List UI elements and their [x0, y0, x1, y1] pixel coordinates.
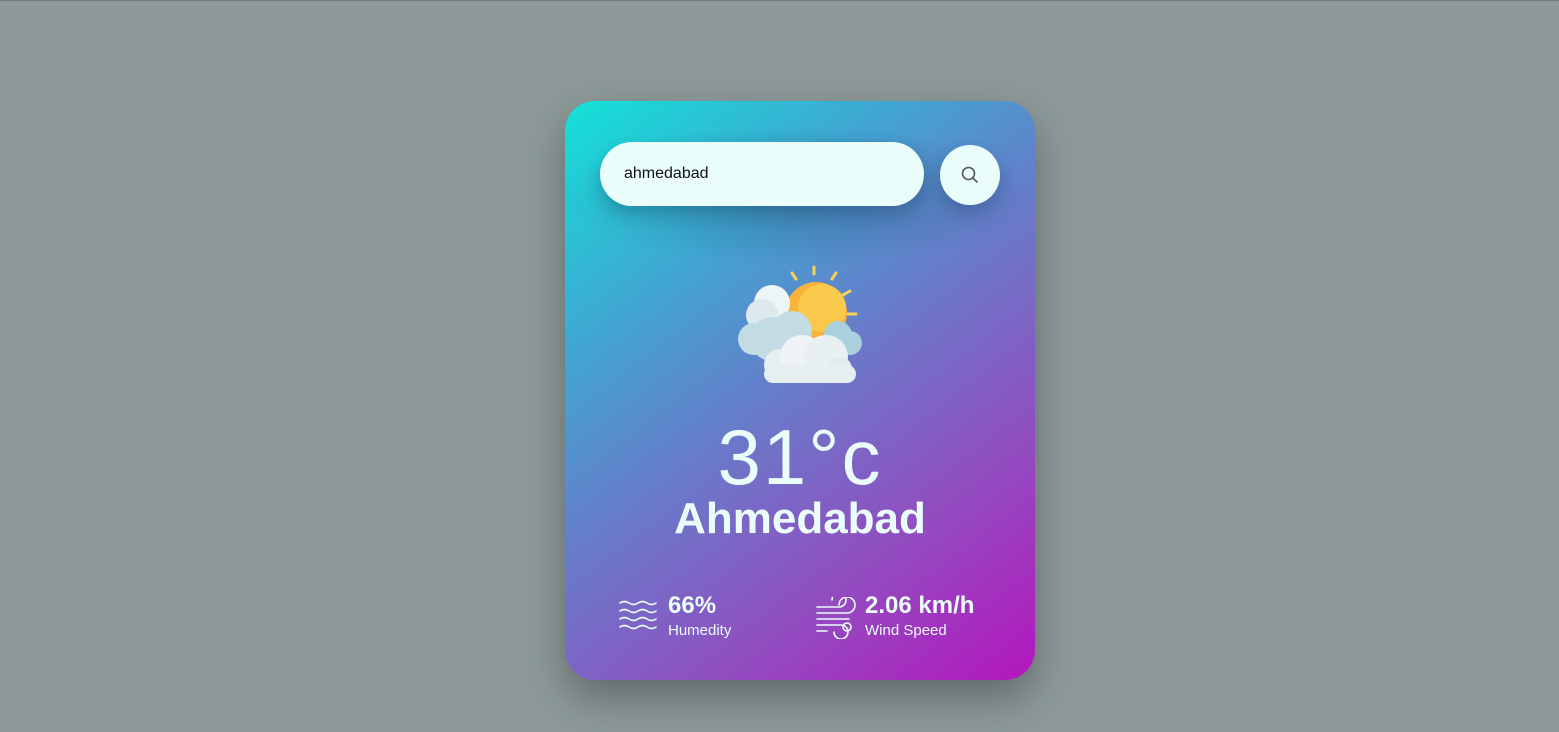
search-button[interactable]: [940, 145, 1000, 205]
wind-label: Wind Speed: [865, 622, 947, 639]
wind-text: 2.06 km/h Wind Speed: [865, 591, 974, 641]
wind-value: 2.06 km/h: [865, 592, 975, 619]
weather-card: 31°c Ahmedabad 66% Humedity: [565, 101, 1035, 680]
city-search-input[interactable]: [600, 142, 924, 206]
humidity-stat: 66% Humedity: [618, 591, 731, 641]
partly-cloudy-sun-icon: [738, 265, 862, 383]
humidity-value: 66%: [668, 592, 717, 619]
wind-icon: [816, 597, 856, 639]
search-icon: [961, 166, 978, 183]
temperature: 31°c: [717, 413, 883, 501]
humidity-label: Humedity: [668, 622, 732, 639]
wind-stat: 2.06 km/h Wind Speed: [815, 591, 974, 641]
humidity-text: 66% Humedity: [668, 591, 731, 641]
city-name: Ahmedabad: [674, 494, 926, 543]
humidity-waves-icon: [619, 600, 657, 630]
